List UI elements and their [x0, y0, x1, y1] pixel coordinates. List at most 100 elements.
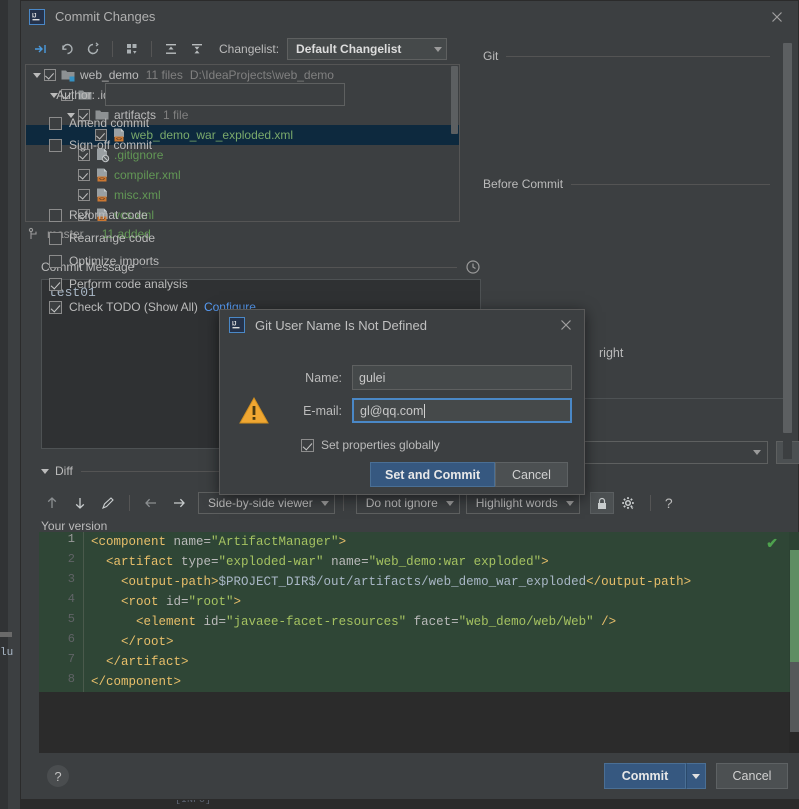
lock-icon[interactable]	[589, 492, 614, 514]
previous-difference-icon[interactable]	[39, 492, 65, 514]
close-icon[interactable]	[766, 6, 788, 28]
tree-row-web-demo[interactable]: web_demo 11 files D:\IdeaProjects\web_demo	[26, 65, 459, 85]
author-row: Author:	[43, 83, 345, 106]
code-token: id=	[166, 595, 189, 609]
checkbox-box	[301, 438, 314, 452]
changelist-value: Default Changelist	[296, 42, 402, 56]
tree-row-name: compiler.xml	[114, 168, 181, 182]
commit-button[interactable]: Commit	[604, 763, 686, 789]
git-branch-icon	[28, 227, 37, 239]
tree-row-compiler-xml[interactable]: <> compiler.xml	[26, 165, 459, 185]
highlight-mode-dropdown[interactable]: Highlight words	[465, 492, 580, 514]
chevron-down-icon	[41, 468, 49, 474]
code-token: >	[338, 535, 347, 549]
name-field[interactable]: gulei	[352, 365, 572, 390]
occluded-checkbox-label: right	[599, 346, 624, 360]
code-line: <element id="javaee-facet-resources" fac…	[91, 612, 799, 632]
author-label: Author:	[56, 87, 95, 102]
accept-left-icon[interactable]	[138, 492, 164, 514]
tree-row-file-count: 1 file	[163, 108, 189, 122]
code-token: </root>	[91, 635, 174, 649]
rollback-icon[interactable]	[55, 37, 79, 61]
changelist-dropdown[interactable]: Default Changelist	[287, 38, 448, 60]
line-number: 4	[67, 592, 75, 606]
tree-row-checkbox[interactable]	[78, 169, 90, 181]
edit-source-icon[interactable]	[95, 492, 121, 514]
modal-cancel-button[interactable]: Cancel	[495, 462, 568, 487]
checkbox-label: Rearrange code	[69, 231, 156, 245]
chevron-down-icon[interactable]	[30, 68, 44, 82]
code-token: id=	[203, 615, 227, 629]
code-token: "ArtifactManager"	[211, 535, 339, 549]
code-token: <output-path>	[91, 575, 219, 589]
line-number: 7	[67, 652, 75, 666]
checkbox-rearrange-code[interactable]: Rearrange code	[49, 228, 155, 248]
editor-scrollbar-added[interactable]	[790, 550, 799, 662]
cancel-button[interactable]: Cancel	[716, 763, 788, 789]
tree-row-checkbox[interactable]	[44, 69, 56, 81]
next-difference-icon[interactable]	[67, 492, 93, 514]
collapse-all-icon[interactable]	[185, 37, 209, 61]
line-number: 3	[67, 572, 75, 586]
code-token: />	[593, 615, 617, 629]
tree-row-name: web_demo_war_exploded.xml	[131, 128, 294, 142]
collapse-to-selection-icon[interactable]	[29, 37, 53, 61]
tree-scrollbar[interactable]	[451, 66, 458, 134]
chevron-down-icon	[445, 500, 454, 506]
commit-dropdown-button[interactable]	[686, 763, 706, 789]
code-line: <output-path>$PROJECT_DIR$/out/artifacts…	[91, 572, 799, 592]
checkbox-label: Reformat code	[69, 208, 148, 222]
set-properties-globally-checkbox[interactable]: Set properties globally	[301, 438, 440, 452]
diff-section-title: Diff	[55, 464, 73, 478]
toolbar-separator-2	[342, 495, 344, 511]
toolbar-separator-3	[649, 495, 651, 511]
email-value: gl@qq.com	[360, 403, 424, 418]
code-token: name=	[173, 535, 212, 549]
code-content: <component name="ArtifactManager"> <arti…	[91, 532, 799, 692]
checkbox-sign-off-commit[interactable]: Sign-off commit	[49, 135, 152, 155]
changelist-label: Changelist:	[219, 42, 280, 56]
gear-icon[interactable]	[616, 492, 642, 514]
code-token: </output-path>	[586, 575, 692, 589]
diff-editor[interactable]: 12345678 <component name="ArtifactManage…	[39, 532, 799, 764]
tree-row-misc-xml[interactable]: <> misc.xml	[26, 185, 459, 205]
refresh-icon[interactable]	[81, 37, 105, 61]
checkbox-reformat-code[interactable]: Reformat code	[49, 205, 148, 225]
checkbox-perform-code-analysis[interactable]: Perform code analysis	[49, 274, 188, 294]
set-and-commit-button[interactable]: Set and Commit	[370, 462, 496, 487]
tree-row-checkbox[interactable]	[78, 189, 90, 201]
ignore-policy-dropdown[interactable]: Do not ignore	[355, 492, 460, 514]
code-line: <artifact type="exploded-war" name="web_…	[91, 552, 799, 572]
question-mark-icon[interactable]: ?	[659, 492, 679, 514]
viewer-mode-dropdown[interactable]: Side-by-side viewer	[198, 492, 335, 514]
close-icon[interactable]	[556, 315, 576, 335]
author-input[interactable]	[105, 83, 345, 106]
help-button[interactable]: ?	[47, 765, 69, 787]
editor-scrollbar-thumb[interactable]	[790, 662, 799, 732]
accept-right-icon[interactable]	[166, 492, 192, 514]
code-token: <element	[91, 615, 204, 629]
code-token: name=	[331, 555, 369, 569]
warning-triangle-icon	[238, 396, 270, 425]
ide-background-bar	[0, 632, 12, 637]
email-field[interactable]: gl@qq.com	[352, 398, 572, 423]
git-panel-scrollbar[interactable]	[783, 43, 792, 433]
code-line: <root id="root">	[91, 592, 799, 612]
changes-toolbar: Changelist: Default Changelist	[21, 34, 481, 64]
code-line: </root>	[91, 632, 799, 652]
line-number-gutter: 1 2 3 4 5 6 7 8	[39, 532, 83, 764]
group-by-icon[interactable]	[120, 37, 144, 61]
checkbox-optimize-imports[interactable]: Optimize imports	[49, 251, 159, 271]
before-commit-section-title: Before Commit	[483, 177, 564, 191]
checkbox-amend-commit[interactable]: Amend commit	[49, 113, 149, 133]
checkbox-box	[49, 208, 62, 222]
modal-title: Git User Name Is Not Defined	[255, 317, 427, 333]
checkbox-box	[49, 300, 62, 314]
email-row: E-mail: gl@qq.com	[282, 398, 572, 423]
xml-file-icon: <>	[94, 167, 110, 183]
tree-row-name: misc.xml	[114, 188, 161, 202]
code-token: <component	[91, 535, 174, 549]
chevron-down-icon	[320, 500, 329, 506]
expand-all-icon[interactable]	[159, 37, 183, 61]
